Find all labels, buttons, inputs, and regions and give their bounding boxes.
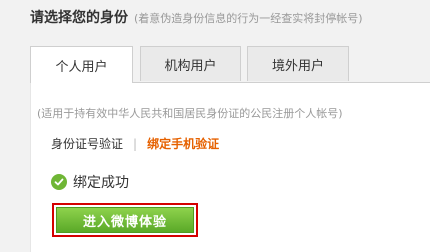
user-type-tabs: 个人用户 机构用户 境外用户	[30, 46, 430, 83]
step-id-verification[interactable]: 身份证号验证	[51, 135, 123, 152]
tab-organization-user[interactable]: 机构用户	[140, 46, 241, 81]
enter-button-highlight: 进入微博体验	[52, 203, 198, 237]
step-phone-binding[interactable]: 绑定手机验证	[147, 135, 219, 152]
success-text: 绑定成功	[73, 175, 129, 191]
binding-success-status: 绑定成功	[51, 172, 129, 192]
verification-steps: 身份证号验证 | 绑定手机验证	[51, 135, 219, 152]
tab-panel-personal: (适用于持有效中华人民共和国居民身份证的公民注册个人帐号) 身份证号验证 | 绑…	[30, 82, 430, 252]
enter-weibo-button[interactable]: 进入微博体验	[56, 207, 194, 233]
identity-selection-page: 请选择您的身份 (着意伪造身份信息的行为一经查实将封停帐号) 个人用户 机构用户…	[0, 0, 430, 252]
panel-applicability-note: (适用于持有效中华人民共和国居民身份证的公民注册个人帐号)	[37, 107, 343, 120]
tab-overseas-user[interactable]: 境外用户	[247, 46, 349, 81]
tab-personal-user[interactable]: 个人用户	[30, 46, 133, 83]
header-warning-note: (着意伪造身份信息的行为一经查实将封停帐号)	[134, 12, 363, 25]
step-divider: |	[133, 136, 138, 151]
page-title: 请选择您的身份	[30, 10, 128, 26]
header: 请选择您的身份 (着意伪造身份信息的行为一经查实将封停帐号)	[30, 7, 363, 31]
check-circle-icon	[51, 174, 67, 190]
